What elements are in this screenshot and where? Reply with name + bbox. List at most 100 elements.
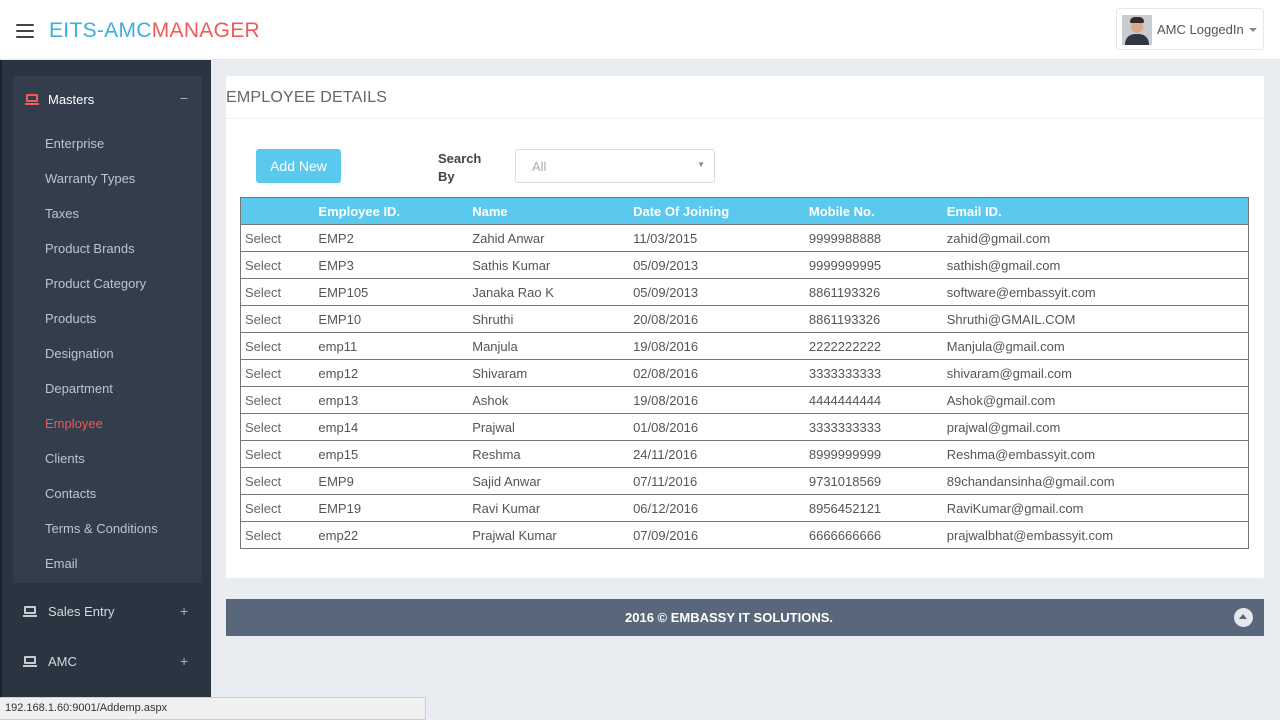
select-link[interactable]: Select (240, 467, 315, 495)
table-cell: EMP2 (314, 224, 469, 252)
brand-part-1: EITS-AMC (49, 19, 152, 42)
menu-icon[interactable] (16, 24, 34, 38)
table-cell: Ravi Kumar (468, 494, 630, 522)
select-link[interactable]: Select (240, 413, 315, 441)
select-link[interactable]: Select (240, 494, 315, 522)
nav-amc[interactable]: AMC + (2, 642, 211, 682)
table-cell: sathish@gmail.com (942, 251, 1249, 279)
laptop-icon (25, 94, 39, 105)
table-cell: Sathis Kumar (468, 251, 630, 279)
select-value: All (532, 159, 547, 174)
status-url: 192.168.1.60:9001/Addemp.aspx (5, 702, 168, 714)
table-cell: EMP3 (314, 251, 469, 279)
sidebar-item-taxes[interactable]: Taxes (45, 206, 79, 221)
sidebar-item-department[interactable]: Department (45, 381, 113, 396)
table-cell: Manjula@gmail.com (942, 332, 1249, 360)
table-cell: EMP9 (314, 467, 469, 495)
sidebar-item-designation[interactable]: Designation (45, 346, 114, 361)
sidebar-item-employee[interactable]: Employee (45, 416, 103, 431)
table-cell: 05/09/2013 (629, 251, 805, 279)
table-cell: EMP19 (314, 494, 469, 522)
table-cell: 07/11/2016 (629, 467, 805, 495)
table-cell: prajwal@gmail.com (942, 413, 1249, 441)
expand-icon[interactable]: + (180, 653, 188, 669)
select-link[interactable]: Select (240, 332, 315, 360)
table-cell: 19/08/2016 (629, 332, 805, 360)
sidebar-item-terms-conditions[interactable]: Terms & Conditions (45, 521, 158, 536)
table-cell: 9731018569 (804, 467, 943, 495)
table-cell: 02/08/2016 (629, 359, 805, 387)
search-by-select[interactable]: All ▼ (515, 149, 715, 183)
select-link[interactable]: Select (240, 359, 315, 387)
column-header[interactable]: Employee ID. (314, 197, 469, 225)
nav-masters-label: Masters (48, 92, 95, 107)
select-link[interactable]: Select (240, 521, 315, 549)
select-link[interactable]: Select (240, 278, 315, 306)
column-header[interactable]: Name (468, 197, 630, 225)
top-header: EITS-AMCMANAGER AMC LoggedIn (0, 0, 1280, 60)
table-cell: 89chandansinha@gmail.com (942, 467, 1249, 495)
table-cell: emp13 (314, 386, 469, 414)
table-row: Select EMP3 Sathis Kumar 05/09/2013 99999999… (240, 251, 1249, 279)
select-link[interactable]: Select (240, 224, 315, 252)
table-cell: emp15 (314, 440, 469, 468)
table-cell: 8861193326 (804, 305, 943, 333)
table-cell: Janaka Rao K (468, 278, 630, 306)
table-cell: emp14 (314, 413, 469, 441)
table-row: Select emp14 Prajwal 01/08/2016 3333333333 pr… (240, 413, 1249, 441)
table-cell: EMP10 (314, 305, 469, 333)
column-header[interactable]: Mobile No. (804, 197, 943, 225)
table-row: Select emp15 Reshma 24/11/2016 8999999999 Res… (240, 440, 1249, 468)
employee-table: Employee ID. Name Date Of Joining Mobile… (240, 197, 1249, 549)
laptop-icon (23, 656, 37, 667)
table-cell: RaviKumar@gmail.com (942, 494, 1249, 522)
table-row: Select emp12 Shivaram 02/08/2016 3333333333 s… (240, 359, 1249, 387)
table-row: Select emp22 Prajwal Kumar 07/09/2016 666666… (240, 521, 1249, 549)
sidebar-item-products[interactable]: Products (45, 311, 96, 326)
nav-masters[interactable]: Masters − (13, 76, 202, 122)
table-cell: 05/09/2013 (629, 278, 805, 306)
table-row: Select EMP2 Zahid Anwar 11/03/2015 999998888… (240, 224, 1249, 252)
table-cell: Ashok (468, 386, 630, 414)
table-cell: Prajwal (468, 413, 630, 441)
column-header[interactable]: Date Of Joining (629, 197, 805, 225)
nav-amc-label: AMC (48, 654, 77, 669)
add-new-button[interactable]: Add New (256, 149, 341, 183)
table-row: Select EMP10 Shruthi 20/08/2016 8861193326 Sh… (240, 305, 1249, 333)
sidebar-item-warranty-types[interactable]: Warranty Types (45, 171, 135, 186)
table-cell: Prajwal Kumar (468, 521, 630, 549)
table-cell: prajwalbhat@embassyit.com (942, 521, 1249, 549)
employee-panel: EMPLOYEE DETAILS Add New Search By All ▼… (226, 76, 1264, 578)
arrow-up-icon[interactable] (1234, 608, 1253, 627)
table-cell: 9999999995 (804, 251, 943, 279)
table-row: Select EMP19 Ravi Kumar 06/12/2016 895645212… (240, 494, 1249, 522)
table-cell: 6666666666 (804, 521, 943, 549)
app-brand[interactable]: EITS-AMCMANAGER (49, 19, 260, 43)
select-link[interactable]: Select (240, 440, 315, 468)
table-cell: shivaram@gmail.com (942, 359, 1249, 387)
sidebar-item-product-category[interactable]: Product Category (45, 276, 146, 291)
table-row: Select emp13 Ashok 19/08/2016 4444444444 Asho… (240, 386, 1249, 414)
select-link[interactable]: Select (240, 251, 315, 279)
expand-icon[interactable]: + (180, 603, 188, 619)
nav-group-masters: Masters − Enterprise Warranty Types Taxe… (13, 76, 202, 583)
sidebar-item-contacts[interactable]: Contacts (45, 486, 96, 501)
table-cell: Shivaram (468, 359, 630, 387)
nav-sales-entry[interactable]: Sales Entry + (2, 592, 211, 632)
sidebar-item-clients[interactable]: Clients (45, 451, 85, 466)
sidebar-item-email[interactable]: Email (45, 556, 78, 571)
browser-status-bar: 192.168.1.60:9001/Addemp.aspx (0, 697, 426, 720)
column-header (240, 197, 315, 225)
sidebar-item-product-brands[interactable]: Product Brands (45, 241, 135, 256)
table-cell: software@embassyit.com (942, 278, 1249, 306)
table-row: Select emp11 Manjula 19/08/2016 2222222222 Ma… (240, 332, 1249, 360)
collapse-icon[interactable]: − (180, 90, 188, 106)
select-link[interactable]: Select (240, 305, 315, 333)
user-menu[interactable]: AMC LoggedIn (1116, 8, 1264, 50)
table-cell: 11/03/2015 (629, 224, 805, 252)
column-header[interactable]: Email ID. (942, 197, 1249, 225)
table-cell: emp11 (314, 332, 469, 360)
select-link[interactable]: Select (240, 386, 315, 414)
page-title: EMPLOYEE DETAILS (226, 89, 388, 106)
sidebar-item-enterprise[interactable]: Enterprise (45, 136, 104, 151)
